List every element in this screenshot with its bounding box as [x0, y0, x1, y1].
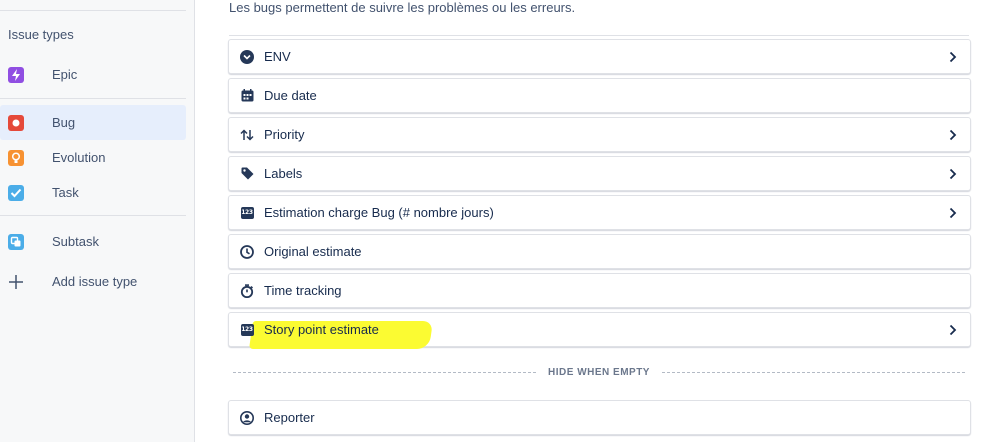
sidebar-top-divider [0, 10, 186, 11]
field-label: Labels [264, 166, 303, 181]
content-divider [229, 35, 969, 36]
chevron-right-icon[interactable] [948, 128, 958, 142]
chevron-right-icon[interactable] [948, 50, 958, 64]
person-icon [240, 410, 254, 425]
number-123-icon: 123 [240, 323, 254, 337]
lightning-icon [8, 66, 24, 83]
checkmark-icon [8, 184, 24, 201]
dashed-line [661, 371, 966, 373]
field-label: Priority [264, 127, 305, 142]
sidebar-item-label: Task [52, 185, 79, 200]
sidebar-item-evolution[interactable]: Evolution [0, 140, 186, 175]
sidebar-item-label: Epic [52, 67, 78, 82]
sidebar-item-label: Add issue type [52, 274, 138, 289]
lightbulb-icon [8, 149, 24, 166]
tag-icon [240, 167, 254, 181]
field-reporter[interactable]: Reporter [228, 400, 971, 435]
hide-when-empty-divider: HIDE WHEN EMPTY [233, 365, 966, 379]
hide-when-empty-label: HIDE WHEN EMPTY [548, 366, 650, 378]
add-issue-type-button[interactable]: Add issue type [0, 264, 186, 299]
sidebar-heading: Issue types [8, 27, 74, 42]
sidebar-item-task[interactable]: Task [0, 175, 186, 210]
field-env[interactable]: ENV [228, 39, 971, 74]
sidebar-divider [0, 215, 186, 216]
chevron-right-icon[interactable] [948, 167, 958, 181]
sidebar-item-epic[interactable]: Epic [0, 57, 186, 92]
sidebar-divider [0, 98, 186, 99]
field-label: Due date [264, 88, 317, 103]
sidebar-item-subtask[interactable]: Subtask [0, 224, 186, 259]
field-label: Time tracking [264, 283, 342, 298]
sidebar-item-label: Evolution [52, 150, 106, 165]
number-123-icon: 123 [240, 206, 254, 220]
sidebar-item-bug[interactable]: Bug [0, 105, 186, 140]
field-labels[interactable]: Labels [228, 156, 971, 191]
sidebar-item-label: Subtask [52, 234, 99, 249]
chevron-circle-down-icon [240, 49, 254, 64]
field-label: Story point estimate [264, 322, 379, 337]
subtask-icon [8, 233, 24, 250]
clock-icon [240, 244, 254, 259]
calendar-icon [240, 89, 254, 103]
field-label: Original estimate [264, 244, 362, 259]
field-priority[interactable]: Priority [228, 117, 971, 152]
plus-icon [8, 274, 24, 290]
field-estimation-charge-bug[interactable]: 123 Estimation charge Bug (# nombre jour… [228, 195, 971, 230]
number-badge: 123 [240, 323, 254, 336]
bug-icon [8, 114, 24, 131]
field-label: Estimation charge Bug (# nombre jours) [264, 205, 494, 220]
stopwatch-icon [240, 283, 254, 298]
issue-types-sidebar: Issue types Epic Bug Evolution Task Subt… [0, 0, 195, 442]
chevron-right-icon[interactable] [948, 206, 958, 220]
field-time-tracking[interactable]: Time tracking [228, 273, 971, 308]
chevron-right-icon[interactable] [948, 323, 958, 337]
dashed-line [233, 371, 537, 373]
field-story-point-estimate[interactable]: 123 Story point estimate [228, 312, 971, 349]
field-due-date[interactable]: Due date [228, 78, 971, 113]
issue-type-description: Les bugs permettent de suivre les problè… [229, 0, 576, 15]
field-original-estimate[interactable]: Original estimate [228, 234, 971, 269]
issue-type-fields-panel: Les bugs permettent de suivre les problè… [196, 0, 999, 442]
priority-arrows-icon [240, 128, 254, 142]
field-label: Reporter [264, 410, 315, 425]
number-badge: 123 [240, 206, 254, 219]
sidebar-item-label: Bug [52, 115, 76, 130]
field-label: ENV [264, 49, 291, 64]
